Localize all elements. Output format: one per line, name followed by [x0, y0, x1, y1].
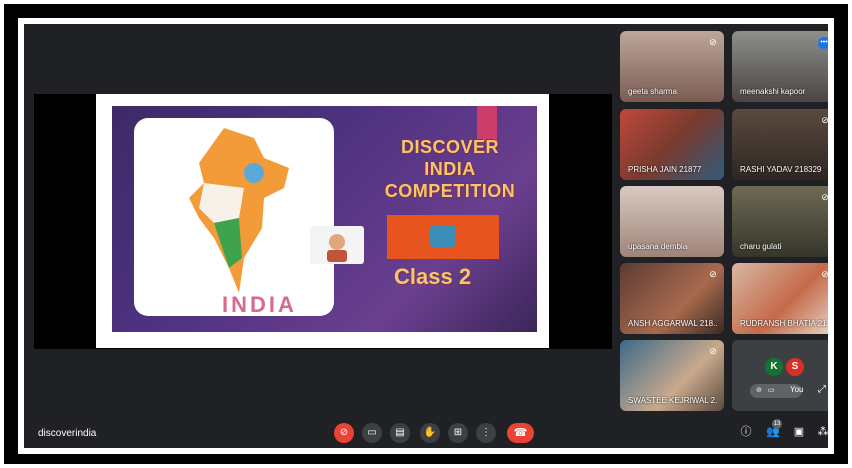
mic-off-icon: ⊘: [821, 115, 828, 125]
self-view-label: You: [790, 385, 804, 394]
participant-tile[interactable]: ⊘ RASHI YADAV 218329: [732, 109, 828, 180]
india-map-illustration: [189, 128, 289, 293]
camera-toggle-button[interactable]: ▭: [362, 423, 382, 443]
expand-icon[interactable]: ⤢: [818, 384, 826, 395]
participant-tile[interactable]: ⊘ SWASTEE KEJRIWAL 2...: [620, 340, 724, 411]
participant-name: upasana dembla: [628, 242, 688, 251]
slide-title-line-2: INDIA: [424, 159, 476, 179]
participant-tile[interactable]: ⊘ charu gulati: [732, 186, 828, 257]
participant-name: meenakshi kapoor: [740, 87, 806, 96]
india-map-card: [134, 118, 364, 316]
more-options-button[interactable]: ⋮: [476, 423, 496, 443]
phone-hangup-icon: ☎: [513, 427, 528, 439]
meeting-window: INDIA DISCOVER INDIA COMPETITION Class 2…: [24, 24, 828, 448]
participant-tile[interactable]: ⊘ RUDRANSH BHATIA 21...: [732, 263, 828, 334]
chat-icon: ▣: [793, 426, 805, 438]
meeting-details-button[interactable]: ⓘ: [739, 425, 753, 439]
class-label: Class 2: [394, 264, 472, 289]
participant-tile[interactable]: ⊘ geeta sharma: [620, 31, 724, 102]
mic-off-icon: ⊘: [756, 387, 762, 394]
avatar: S: [786, 358, 804, 376]
activities-icon: ⁂: [817, 426, 829, 438]
camera-off-icon: ▭: [767, 387, 775, 394]
participant-name: ANSH AGGARWAL 218...: [628, 319, 718, 328]
activities-button[interactable]: ⁂: [816, 425, 829, 439]
participant-name: RUDRANSH BHATIA 21...: [740, 319, 828, 328]
presentation-slide: INDIA DISCOVER INDIA COMPETITION Class 2: [112, 106, 537, 332]
presentation-stage: INDIA DISCOVER INDIA COMPETITION Class 2: [34, 94, 612, 349]
raise-hand-button[interactable]: ✋: [420, 423, 440, 443]
speaking-indicator-icon: •••: [818, 37, 828, 49]
leave-call-button[interactable]: ☎: [507, 423, 534, 443]
mic-off-icon: ⊘: [821, 192, 828, 202]
more-vert-icon: ⋮: [481, 427, 491, 438]
mic-off-icon: ⊘: [821, 269, 828, 279]
india-word-art: INDIA: [222, 292, 297, 317]
participant-tile[interactable]: ••• meenakshi kapoor: [732, 31, 828, 102]
teacher-face-card: [310, 226, 364, 264]
mic-toggle-button[interactable]: ⊘: [334, 423, 354, 443]
captions-button[interactable]: ▤: [390, 423, 410, 443]
hand-icon: ✋: [423, 427, 437, 438]
participant-name: charu gulati: [740, 242, 782, 251]
avatar: K: [765, 358, 783, 376]
meeting-code: discoverindia: [38, 428, 97, 439]
info-icon: ⓘ: [740, 426, 752, 438]
self-view-tile[interactable]: K S ⊘ ▭ You ⤢: [732, 340, 828, 411]
mic-off-icon: ⊘: [339, 427, 349, 438]
present-button[interactable]: ⊞: [448, 423, 468, 443]
participant-count-badge: 13: [772, 419, 782, 429]
participant-name: SWASTEE KEJRIWAL 2...: [628, 396, 718, 405]
participant-tile[interactable]: upasana dembla: [620, 186, 724, 257]
captions-icon: ▤: [395, 427, 405, 438]
mic-off-icon: ⊘: [709, 346, 717, 356]
mic-off-icon: ⊘: [709, 37, 717, 47]
participant-name: PRISHA JAIN 21877: [628, 165, 702, 174]
participant-tile[interactable]: PRISHA JAIN 21877: [620, 109, 724, 180]
bus-icon: [430, 225, 456, 247]
participant-name: RASHI YADAV 218329: [740, 165, 822, 174]
chat-button[interactable]: ▣: [792, 425, 806, 439]
participant-name: geeta sharma: [628, 87, 677, 96]
slide-frame: INDIA DISCOVER INDIA COMPETITION Class 2: [96, 94, 549, 348]
camera-icon: ▭: [367, 427, 377, 438]
slide-title: DISCOVER INDIA COMPETITION: [370, 136, 530, 202]
slide-title-line-1: DISCOVER: [400, 137, 500, 157]
participant-tile[interactable]: ⊘ ANSH AGGARWAL 218...: [620, 263, 724, 334]
slide-title-line-3: COMPETITION: [384, 181, 516, 201]
bus-image-box: [387, 215, 499, 259]
mic-off-icon: ⊘: [709, 269, 717, 279]
present-screen-icon: ⊞: [453, 427, 463, 438]
